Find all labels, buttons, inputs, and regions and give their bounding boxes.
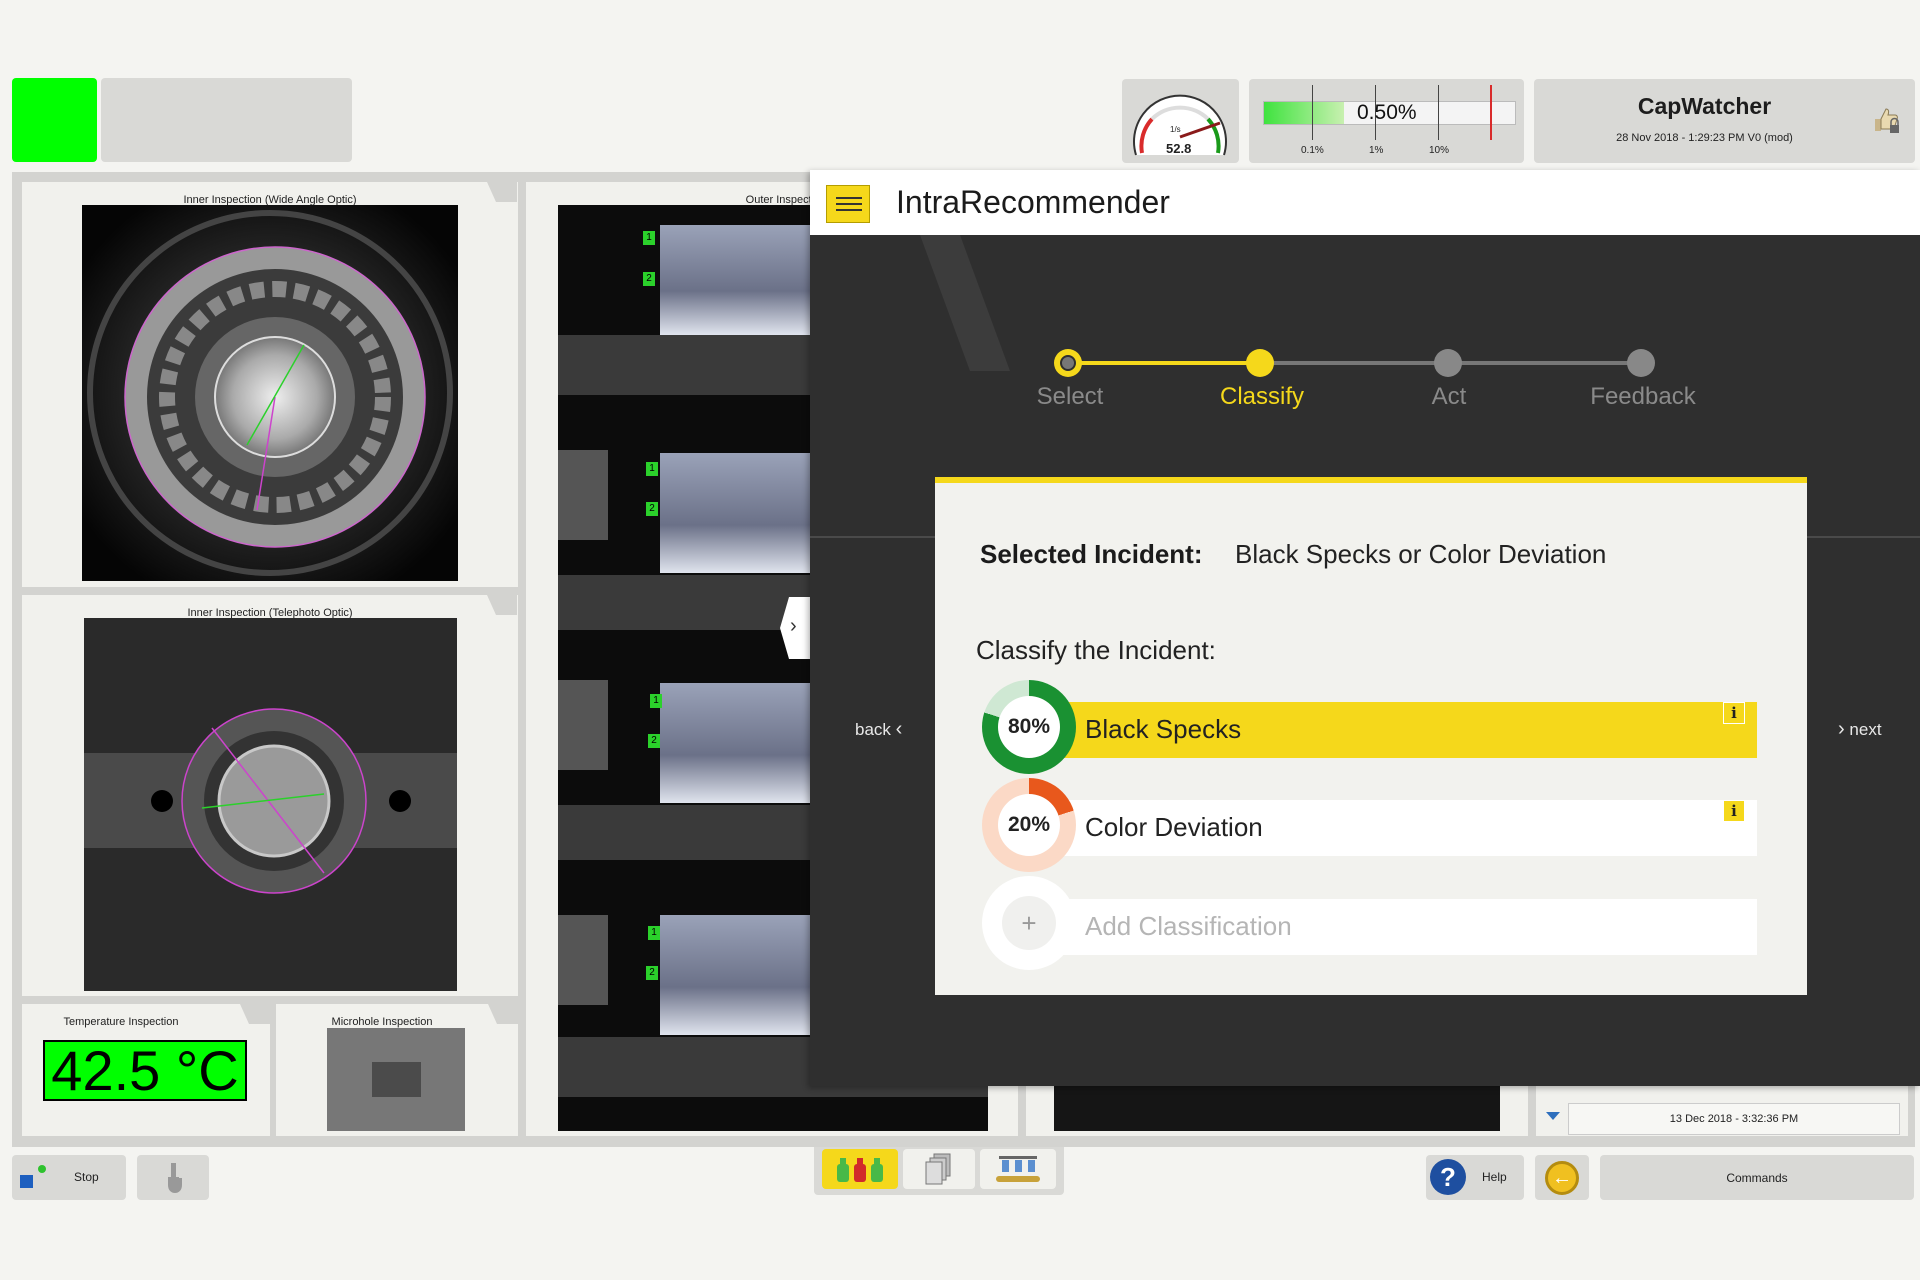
classify-card: Selected Incident: Black Specks or Color… — [935, 477, 1807, 995]
rate-tick-2: 1% — [1369, 145, 1384, 156]
back-button[interactable]: back ‹ — [855, 718, 902, 741]
info-icon[interactable]: i — [1723, 702, 1745, 724]
dialog-header: IntraRecommender — [810, 170, 1920, 235]
step-act-dot[interactable] — [1434, 349, 1462, 377]
gauge-value: 52.8 — [1166, 141, 1192, 156]
commands-label: Commands — [1726, 1170, 1788, 1185]
hand-pointer-icon — [168, 1162, 182, 1193]
gauge-unit: 1/s — [1170, 125, 1181, 134]
plus-icon: + — [1002, 896, 1056, 950]
panel-inner-wide[interactable]: Inner Inspection (Wide Angle Optic) — [22, 182, 518, 587]
marker-2[interactable]: 2 — [648, 734, 660, 748]
bottles-icon — [837, 1158, 883, 1182]
marker-1[interactable]: 1 — [650, 694, 662, 708]
step-classify-label[interactable]: Classify — [1220, 383, 1304, 411]
exit-arrow-icon: ← — [1545, 1160, 1579, 1195]
help-button[interactable]: ? Help — [1426, 1155, 1524, 1200]
manual-control-button[interactable] — [137, 1155, 209, 1200]
menu-button[interactable] — [826, 185, 870, 223]
classify-prompt: Classify the Incident: — [976, 635, 1216, 665]
result-image[interactable] — [1054, 1086, 1500, 1131]
app-info: CapWatcher 28 Nov 2018 - 1:29:23 PM V0 (… — [1534, 79, 1915, 163]
step-connector-done — [1068, 361, 1260, 365]
speed-gauge[interactable]: 1/s 52.8 — [1122, 79, 1239, 163]
back-label: back — [855, 720, 891, 739]
chevron-right-icon: › — [790, 615, 797, 637]
stop-button[interactable]: Stop — [12, 1155, 126, 1200]
reject-rate-widget[interactable]: 0.50% 0.1% 1% 10% — [1249, 79, 1524, 163]
logout-button[interactable]: ← — [1535, 1155, 1589, 1200]
help-label: Help — [1482, 1170, 1507, 1184]
info-icon[interactable]: i — [1723, 800, 1745, 822]
rate-tick-1: 0.1% — [1301, 145, 1324, 156]
result-timestamp-row[interactable]: 13 Dec 2018 - 3:32:36 PM — [1568, 1103, 1900, 1135]
marker-2[interactable]: 2 — [646, 966, 658, 980]
app-subtitle: 28 Nov 2018 - 1:29:23 PM V0 (mod) — [1616, 132, 1793, 144]
commands-button[interactable]: Commands — [1600, 1155, 1914, 1200]
panel-inner-tele[interactable]: Inner Inspection (Telephoto Optic) — [22, 595, 518, 996]
panel-title: Temperature Inspection — [63, 1016, 179, 1028]
rate-tick-3: 10% — [1429, 145, 1450, 156]
step-select-label[interactable]: Select — [1037, 383, 1104, 411]
step-feedback-dot[interactable] — [1627, 349, 1655, 377]
marker-1[interactable]: 1 — [648, 926, 660, 940]
conveyor-icon — [996, 1156, 1040, 1182]
view-tab-documents[interactable] — [903, 1149, 975, 1189]
selected-incident-label: Selected Incident: — [980, 539, 1203, 569]
confidence-ring-color-deviation: 20% — [982, 778, 1076, 872]
option-label: Color Deviation — [1085, 812, 1263, 842]
confidence-percent: 20% — [998, 794, 1060, 856]
panel-title: Microhole Inspection — [331, 1016, 433, 1028]
marker-1[interactable]: 1 — [646, 462, 658, 476]
add-classification-button[interactable]: + — [982, 876, 1076, 970]
marker-2[interactable]: 2 — [646, 502, 658, 516]
machine-status-indicator — [12, 78, 97, 162]
stop-icon — [20, 1175, 33, 1188]
option-label: Black Specks — [1085, 714, 1242, 744]
stepper-decoration — [920, 235, 1010, 371]
microhole-image[interactable] — [327, 1028, 465, 1131]
add-classification-label: Add Classification — [1085, 911, 1292, 941]
inner-wide-camera-image[interactable] — [82, 205, 458, 581]
chevron-left-icon: ‹ — [895, 718, 903, 740]
thumbs-up-lock-icon[interactable] — [1871, 105, 1901, 135]
add-classification-row[interactable]: Add Classification — [1047, 899, 1757, 955]
help-icon: ? — [1430, 1159, 1466, 1195]
classification-option-black-specks[interactable]: Black Specks i — [1047, 702, 1757, 758]
rate-bar-fill — [1264, 102, 1345, 124]
view-tab-caps[interactable] — [822, 1149, 898, 1189]
view-tab-machine[interactable] — [980, 1149, 1056, 1189]
confidence-ring-black-specks: 80% — [982, 680, 1076, 774]
marker-2[interactable]: 2 — [643, 272, 655, 286]
selected-incident-value: Black Specks or Color Deviation — [1235, 539, 1607, 569]
rate-value: 0.50% — [1357, 101, 1417, 124]
chevron-right-icon: › — [1838, 718, 1845, 740]
dialog-title: IntraRecommender — [896, 184, 1170, 220]
stop-label: Stop — [74, 1170, 99, 1184]
status-dot-icon — [38, 1165, 46, 1173]
step-classify-dot[interactable] — [1246, 349, 1274, 377]
message-area — [101, 78, 352, 162]
scroll-down-icon[interactable] — [1540, 1103, 1566, 1129]
documents-icon — [925, 1153, 951, 1185]
inner-tele-camera-image[interactable] — [84, 618, 457, 991]
intrarecommender-dialog: IntraRecommender Select Classify Act Fee… — [810, 170, 1920, 1086]
step-feedback-label[interactable]: Feedback — [1590, 383, 1695, 411]
marker-1[interactable]: 1 — [643, 231, 655, 245]
classification-option-color-deviation[interactable]: Color Deviation i — [1047, 800, 1757, 856]
confidence-percent: 80% — [998, 696, 1060, 758]
next-button[interactable]: › next — [1838, 718, 1882, 741]
temperature-value: 42.5 °C — [43, 1040, 247, 1101]
step-act-label[interactable]: Act — [1432, 383, 1467, 411]
app-title: CapWatcher — [1637, 93, 1772, 119]
next-label: next — [1849, 720, 1882, 739]
step-select-dot[interactable] — [1054, 349, 1082, 377]
